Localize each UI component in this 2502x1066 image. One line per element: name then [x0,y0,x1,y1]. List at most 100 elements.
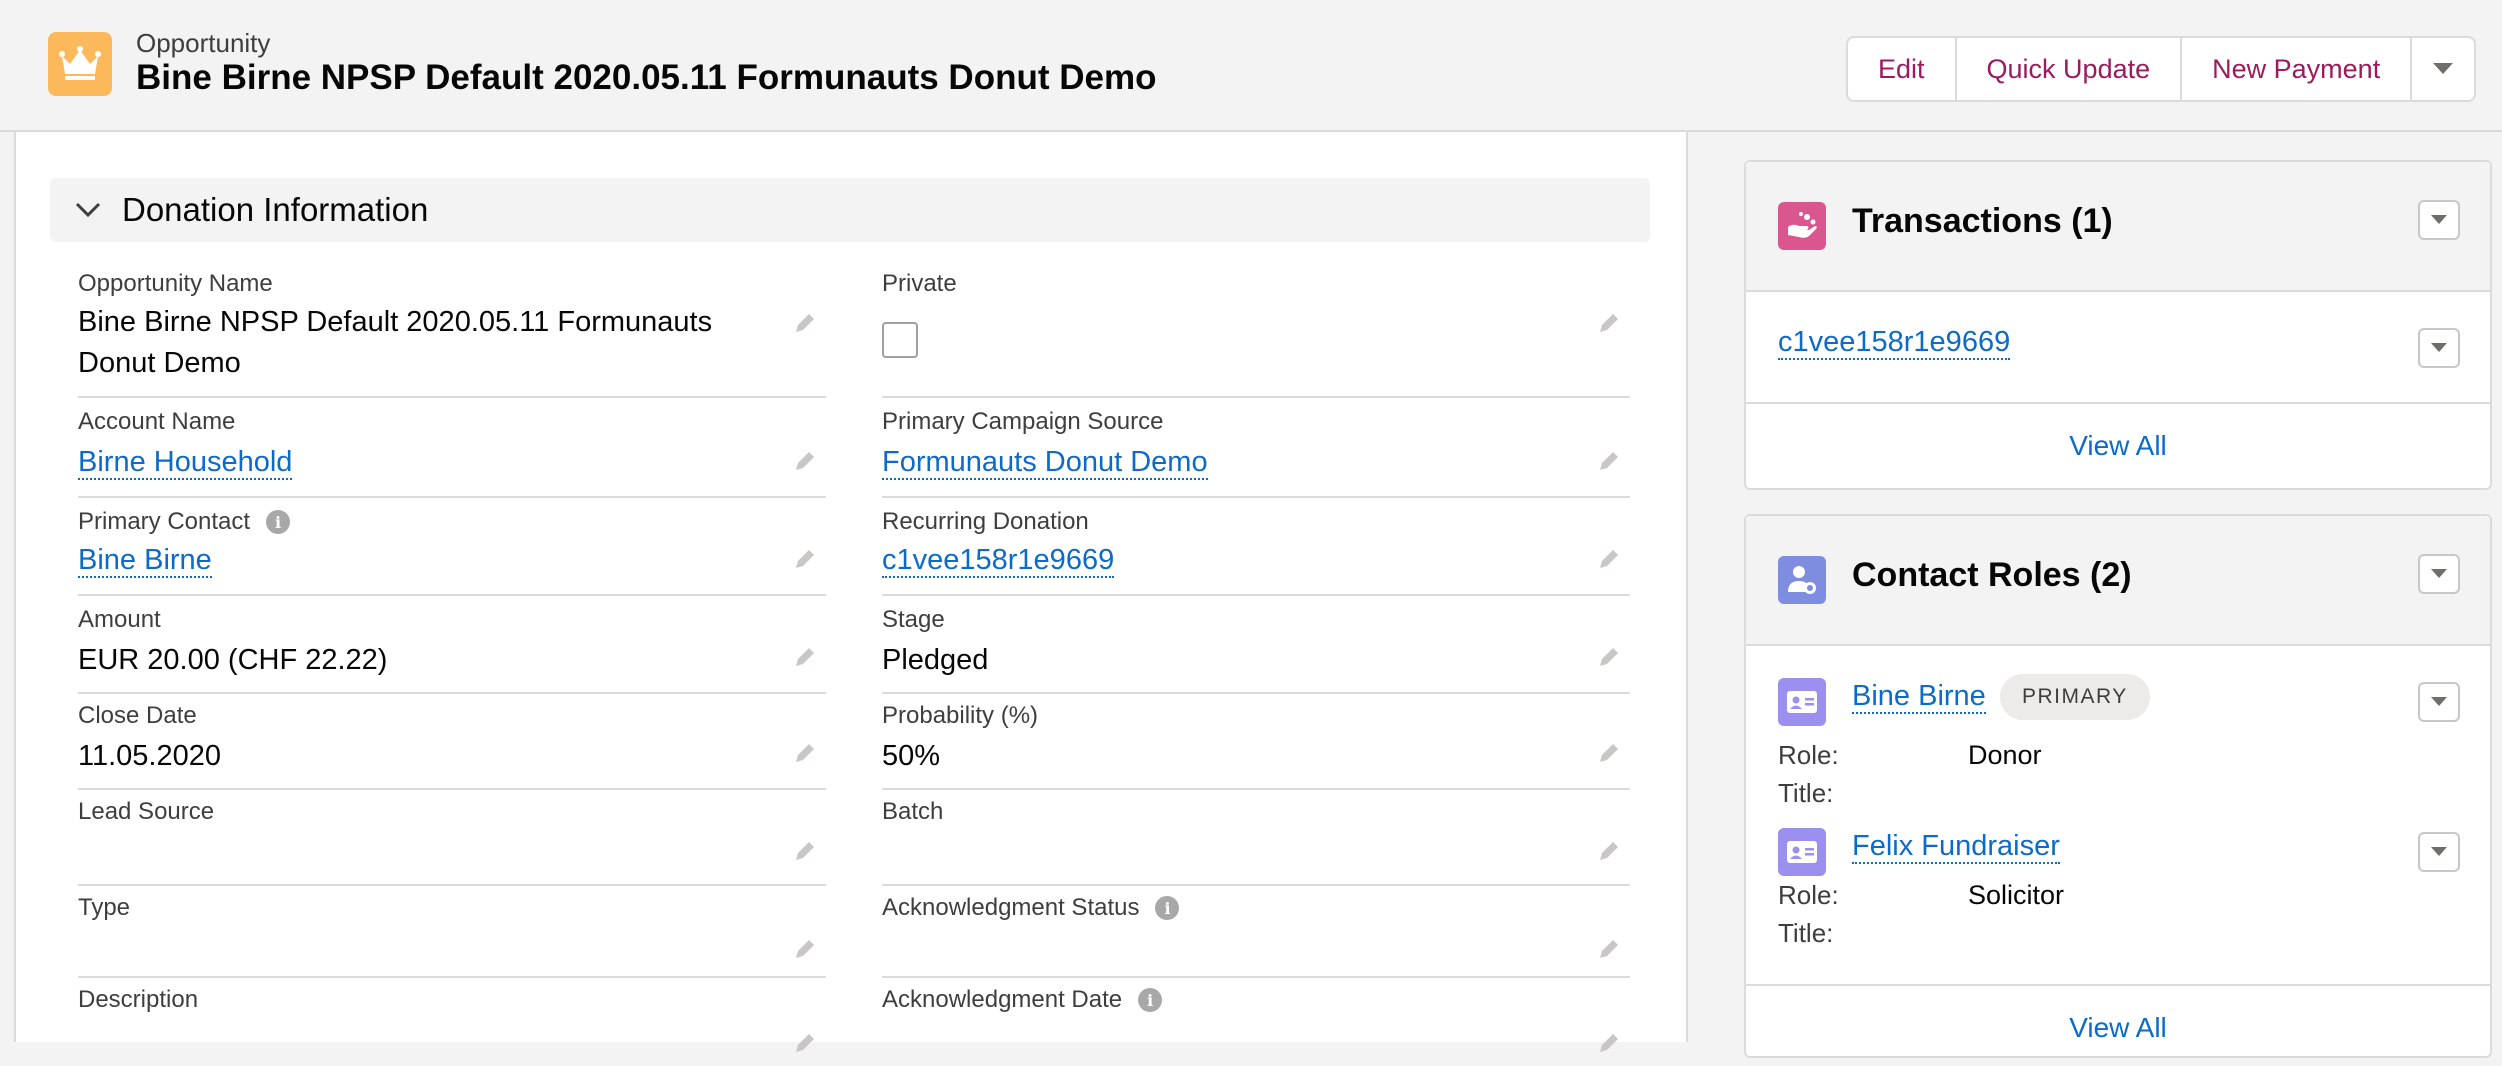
chevron-down-icon [2431,215,2447,224]
field-value: EUR 20.00 (CHF 22.22) [78,644,388,676]
contact-row-menu-button[interactable] [2418,832,2460,872]
field-probability: Probability (%) 50% [882,702,1630,790]
pencil-icon[interactable] [1596,448,1622,474]
edit-button[interactable]: Edit [1848,38,1957,100]
pencil-icon[interactable] [792,546,818,572]
field-label: Private [882,270,957,297]
field-value: 11.05.2020 [78,740,221,772]
info-icon[interactable]: i [266,510,291,534]
account-name-link[interactable]: Birne Household [78,442,293,483]
new-payment-button[interactable]: New Payment [2182,38,2413,100]
pencil-icon[interactable] [1596,936,1622,962]
primary-badge: PRIMARY [2000,674,2150,720]
field-private: Private [882,270,1630,398]
role-label: Role: [1778,740,1839,770]
contact-row-menu-button[interactable] [2418,682,2460,722]
pencil-icon[interactable] [1596,838,1622,864]
pencil-icon[interactable] [792,644,818,670]
field-recurring-donation: Recurring Donation c1vee158r1e9669 [882,508,1630,596]
field-label: Batch [882,798,944,825]
contact-link-bine-birne[interactable]: Bine Birne [1852,680,1986,714]
field-label: Account Name [78,408,236,435]
field-amount: Amount EUR 20.00 (CHF 22.22) [78,606,826,694]
divider [1746,402,2490,404]
chevron-down-icon [2431,697,2447,706]
private-checkbox[interactable] [882,322,918,358]
pencil-icon[interactable] [792,448,818,474]
info-icon[interactable]: i [1138,988,1163,1012]
contact-roles-card: Contact Roles (2) Bine Birne PRIMARY Rol… [1744,514,2492,1058]
field-primary-campaign-source: Primary Campaign Source Formunauts Donut… [882,408,1630,498]
details-card: Donation Information Opportunity Name Bi… [14,132,1688,1052]
pencil-icon[interactable] [1596,310,1622,336]
title-label: Title: [1778,778,1834,808]
role-label: Role: [1778,880,1839,910]
pencil-icon[interactable] [792,740,818,766]
record-title: Bine Birne NPSP Default 2020.05.11 Formu… [136,58,1157,97]
field-stage: Stage Pledged [882,606,1630,694]
field-value: Pledged [882,644,989,676]
contact-role-icon [1778,556,1826,604]
contact-roles-menu-button[interactable] [2418,554,2460,594]
field-label: Recurring Donation [882,508,1089,535]
field-description: Description [78,986,826,1066]
pencil-icon[interactable] [1596,740,1622,766]
transaction-link[interactable]: c1vee158r1e9669 [1778,326,2011,360]
pencil-icon[interactable] [792,936,818,962]
transactions-card: Transactions (1) c1vee158r1e9669 View Al… [1744,160,2492,490]
field-label: Type [78,894,131,921]
field-batch: Batch [882,798,1630,886]
field-lead-source: Lead Source [78,798,826,886]
field-label: Opportunity Name [78,270,273,297]
contact-roles-title: Contact Roles (2) [1852,556,2132,594]
campaign-source-link[interactable]: Formunauts Donut Demo [882,442,1208,483]
contact-link-felix-fundraiser[interactable]: Felix Fundraiser [1852,830,2060,864]
page-header: Opportunity Bine Birne NPSP Default 2020… [0,0,2502,132]
field-close-date: Close Date 11.05.2020 [78,702,826,790]
contact-card-icon [1778,678,1826,726]
pencil-icon[interactable] [792,310,818,336]
field-opportunity-name: Opportunity Name Bine Birne NPSP Default… [78,270,826,398]
field-label: Lead Source [78,798,215,825]
info-icon[interactable]: i [1155,896,1180,920]
pencil-icon[interactable] [1596,1030,1622,1056]
field-account-name: Account Name Birne Household [78,408,826,498]
crown-icon [48,32,112,96]
field-label: Close Date [78,702,197,729]
section-title: Donation Information [122,191,429,228]
contact-roles-view-all-link[interactable]: View All [1746,1012,2490,1044]
chevron-down-icon [2431,343,2447,352]
contact-roles-header: Contact Roles (2) [1746,516,2490,646]
chevron-down-icon [68,202,108,218]
primary-contact-link[interactable]: Bine Birne [78,540,212,581]
action-button-group: Edit Quick Update New Payment [1846,36,2477,102]
field-label: Probability (%) [882,702,1039,729]
transactions-header: Transactions (1) [1746,162,2490,292]
chevron-down-icon [2431,569,2447,578]
pencil-icon[interactable] [792,1030,818,1056]
chevron-down-icon [2433,63,2454,74]
transaction-row-menu-button[interactable] [2418,328,2460,368]
role-value: Solicitor [1968,880,2065,910]
hand-coins-icon [1778,202,1826,250]
transactions-title: Transactions (1) [1852,202,2113,240]
field-value: 50% [882,740,941,772]
pencil-icon[interactable] [1596,546,1622,572]
transactions-view-all-link[interactable]: View All [1746,430,2490,462]
pencil-icon[interactable] [1596,644,1622,670]
field-acknowledgment-status: Acknowledgment Status i [882,894,1630,978]
recurring-donation-link[interactable]: c1vee158r1e9669 [882,540,1115,581]
field-label: Acknowledgment Status i [882,894,1180,922]
field-type: Type [78,894,826,978]
quick-update-button[interactable]: Quick Update [1957,38,2183,100]
section-header-donation-information[interactable]: Donation Information [50,178,1650,242]
chevron-down-icon [2431,847,2447,856]
transactions-menu-button[interactable] [2418,200,2460,240]
field-label: Primary Contact i [78,508,291,536]
role-value: Donor [1968,740,2042,770]
more-actions-button[interactable] [2412,38,2474,100]
field-label: Description [78,986,199,1013]
pencil-icon[interactable] [792,838,818,864]
field-label: Stage [882,606,945,633]
field-label: Primary Campaign Source [882,408,1164,435]
